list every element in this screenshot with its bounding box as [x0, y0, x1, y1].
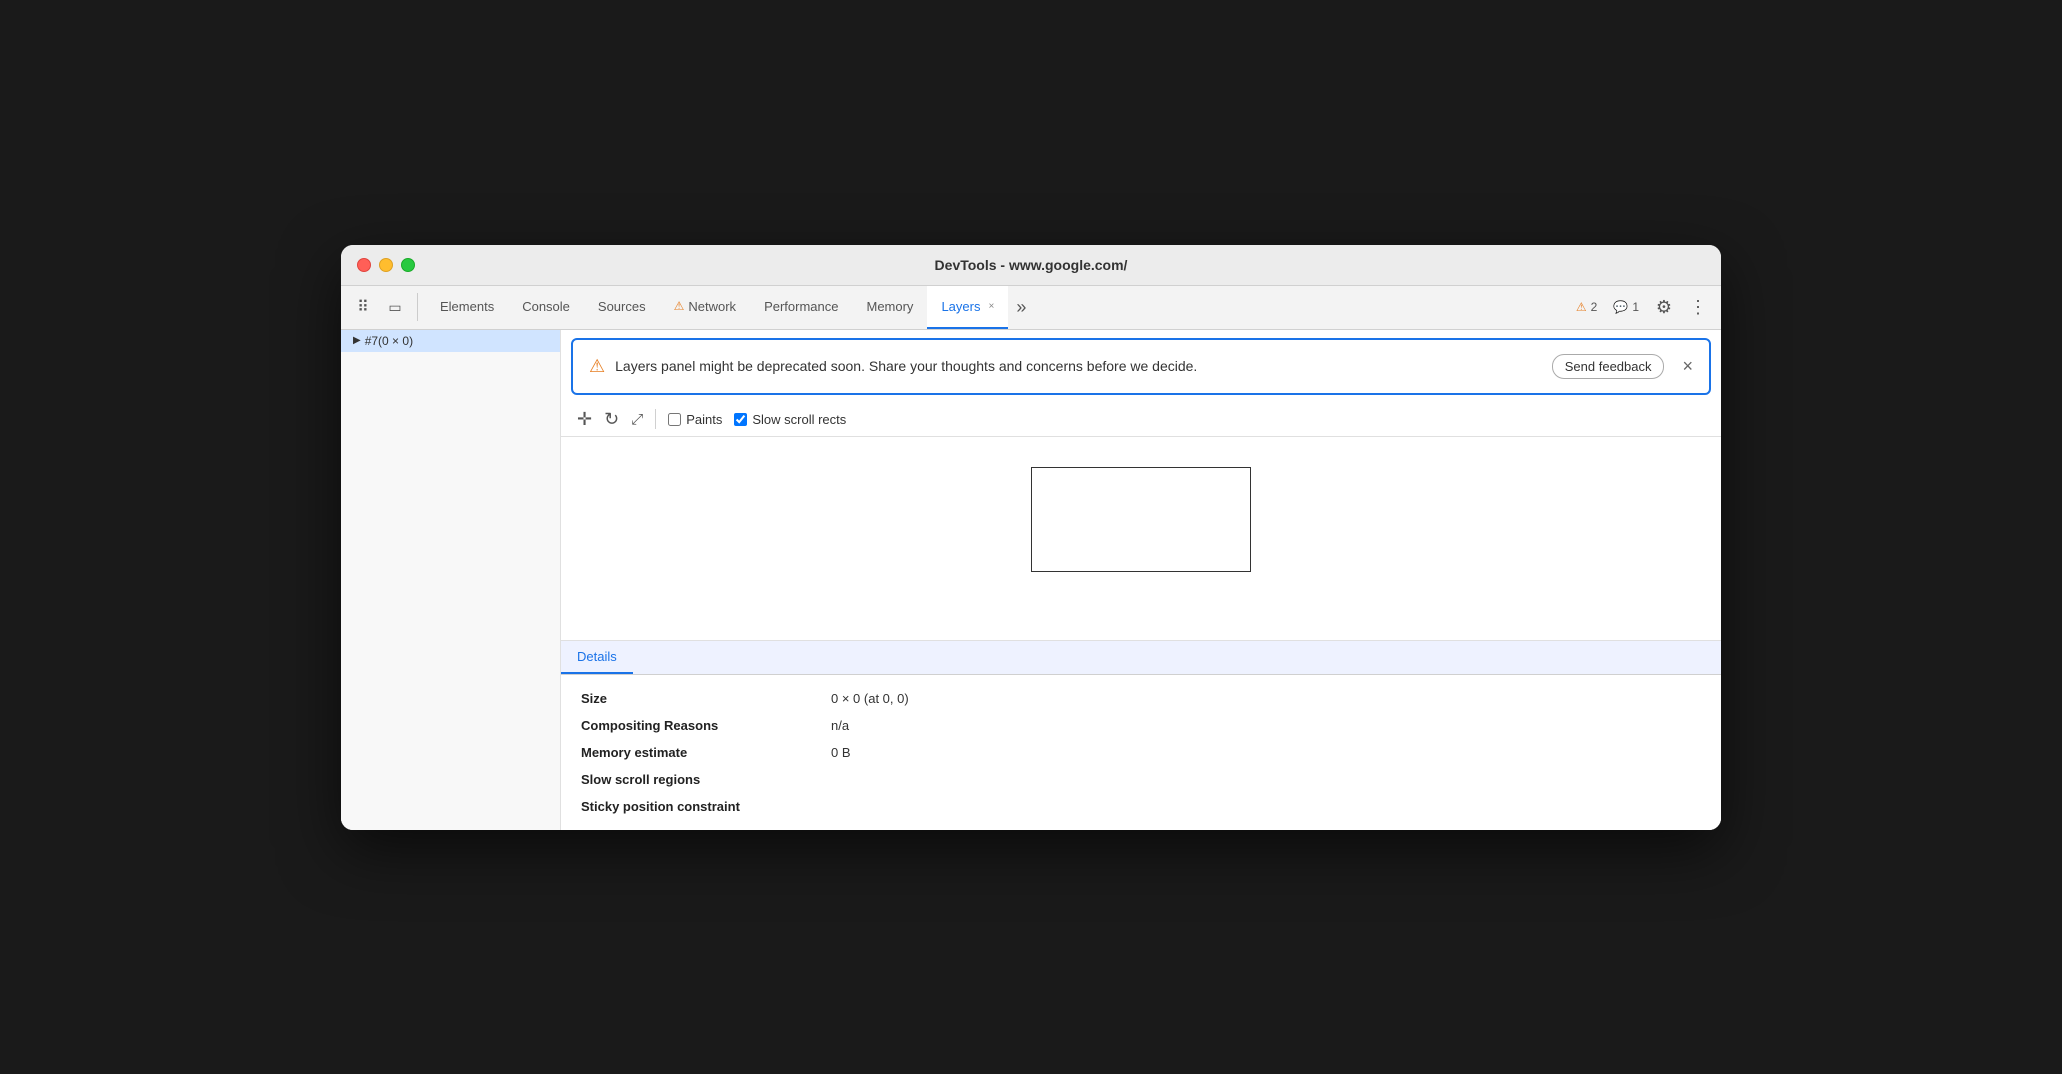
tab-actions: ⚠ 2 💬 1 ⚙ ⋮	[1570, 292, 1713, 322]
fit-tool-icon[interactable]: ⤢	[631, 411, 643, 428]
canvas-area	[561, 437, 1721, 641]
detail-value-compositing: n/a	[831, 718, 849, 733]
tab-bar: ⠿ ▭ Elements Console Sources ⚠ Network P…	[341, 286, 1721, 330]
more-options-button[interactable]: ⋮	[1683, 292, 1713, 322]
rotate-tool-icon[interactable]: ↻	[604, 409, 619, 430]
tab-console-label: Console	[522, 299, 570, 314]
devtools-window: DevTools - www.google.com/ ⠿ ▭ Elements …	[341, 245, 1721, 830]
device-icon: ▭	[388, 299, 401, 316]
banner-message: Layers panel might be deprecated soon. S…	[615, 358, 1542, 374]
device-icon-button[interactable]: ▭	[381, 293, 409, 321]
warning-badge[interactable]: ⚠ 2	[1570, 298, 1603, 316]
info-badge-icon: 💬	[1613, 300, 1628, 314]
info-badge[interactable]: 💬 1	[1607, 298, 1645, 316]
paints-checkbox-label[interactable]: Paints	[668, 412, 722, 427]
tab-icon-group: ⠿ ▭	[349, 293, 418, 321]
close-button[interactable]	[357, 258, 371, 272]
more-options-icon: ⋮	[1689, 297, 1707, 318]
settings-button[interactable]: ⚙	[1649, 292, 1679, 322]
network-warning-icon: ⚠	[674, 299, 685, 313]
title-bar: DevTools - www.google.com/	[341, 245, 1721, 286]
slow-scroll-checkbox-label[interactable]: Slow scroll rects	[734, 412, 846, 427]
settings-icon: ⚙	[1656, 297, 1672, 318]
layer-arrow-icon: ▶	[353, 335, 361, 346]
tab-elements-label: Elements	[440, 299, 494, 314]
banner-close-button[interactable]: ×	[1682, 356, 1693, 377]
tab-memory[interactable]: Memory	[852, 285, 927, 329]
warning-badge-count: 2	[1591, 300, 1598, 314]
layer-item-label: #7(0 × 0)	[365, 334, 413, 348]
tab-layers-close[interactable]: ×	[988, 301, 994, 312]
tab-layers-label: Layers	[941, 299, 980, 314]
move-tool-icon[interactable]: ✛	[577, 409, 592, 430]
details-section: Details	[561, 641, 1721, 675]
info-badge-count: 1	[1632, 300, 1639, 314]
traffic-lights	[357, 258, 415, 272]
tab-memory-label: Memory	[866, 299, 913, 314]
tab-console[interactable]: Console	[508, 285, 584, 329]
details-tab[interactable]: Details	[561, 641, 633, 674]
tab-sources-label: Sources	[598, 299, 646, 314]
tab-performance-label: Performance	[764, 299, 838, 314]
panel-area: ⚠ Layers panel might be deprecated soon.…	[561, 330, 1721, 830]
tab-network[interactable]: ⚠ Network	[660, 285, 750, 329]
slow-scroll-label: Slow scroll rects	[752, 412, 846, 427]
window-title: DevTools - www.google.com/	[935, 257, 1128, 273]
minimize-button[interactable]	[379, 258, 393, 272]
tab-layers[interactable]: Layers ×	[927, 285, 1008, 329]
layer-visualization-box	[1031, 467, 1251, 572]
detail-label-memory: Memory estimate	[581, 745, 831, 760]
detail-label-compositing: Compositing Reasons	[581, 718, 831, 733]
tab-performance[interactable]: Performance	[750, 285, 852, 329]
layers-toolbar: ✛ ↻ ⤢ Paints Slow scroll rects	[561, 403, 1721, 437]
paints-checkbox[interactable]	[668, 413, 681, 426]
layer-item-7[interactable]: ▶ #7(0 × 0)	[341, 330, 560, 352]
tab-sources[interactable]: Sources	[584, 285, 660, 329]
detail-value-size: 0 × 0 (at 0, 0)	[831, 691, 909, 706]
send-feedback-button[interactable]: Send feedback	[1552, 354, 1665, 379]
detail-label-sticky: Sticky position constraint	[581, 799, 831, 814]
selector-icon: ⠿	[357, 297, 369, 317]
slow-scroll-checkbox[interactable]	[734, 413, 747, 426]
detail-label-size: Size	[581, 691, 831, 706]
tab-network-label: Network	[688, 299, 736, 314]
main-content: ▶ #7(0 × 0) ⚠ Layers panel might be depr…	[341, 330, 1721, 830]
detail-row-size: Size 0 × 0 (at 0, 0)	[581, 685, 1701, 712]
details-table: Size 0 × 0 (at 0, 0) Compositing Reasons…	[561, 675, 1721, 830]
warning-badge-icon: ⚠	[1576, 300, 1587, 314]
selector-icon-button[interactable]: ⠿	[349, 293, 377, 321]
banner-warning-icon: ⚠	[589, 356, 605, 377]
detail-row-memory: Memory estimate 0 B	[581, 739, 1701, 766]
detail-row-sticky: Sticky position constraint	[581, 793, 1701, 820]
detail-row-compositing: Compositing Reasons n/a	[581, 712, 1701, 739]
deprecation-banner: ⚠ Layers panel might be deprecated soon.…	[571, 338, 1711, 395]
tab-elements[interactable]: Elements	[426, 285, 508, 329]
toolbar-divider	[655, 409, 656, 429]
detail-row-slow-scroll: Slow scroll regions	[581, 766, 1701, 793]
detail-value-memory: 0 B	[831, 745, 851, 760]
paints-label: Paints	[686, 412, 722, 427]
more-tabs-icon: »	[1016, 297, 1026, 317]
detail-label-slow-scroll: Slow scroll regions	[581, 772, 831, 787]
layers-sidebar: ▶ #7(0 × 0)	[341, 330, 561, 830]
maximize-button[interactable]	[401, 258, 415, 272]
devtools-container: ⠿ ▭ Elements Console Sources ⚠ Network P…	[341, 286, 1721, 830]
more-tabs-button[interactable]: »	[1008, 297, 1034, 318]
